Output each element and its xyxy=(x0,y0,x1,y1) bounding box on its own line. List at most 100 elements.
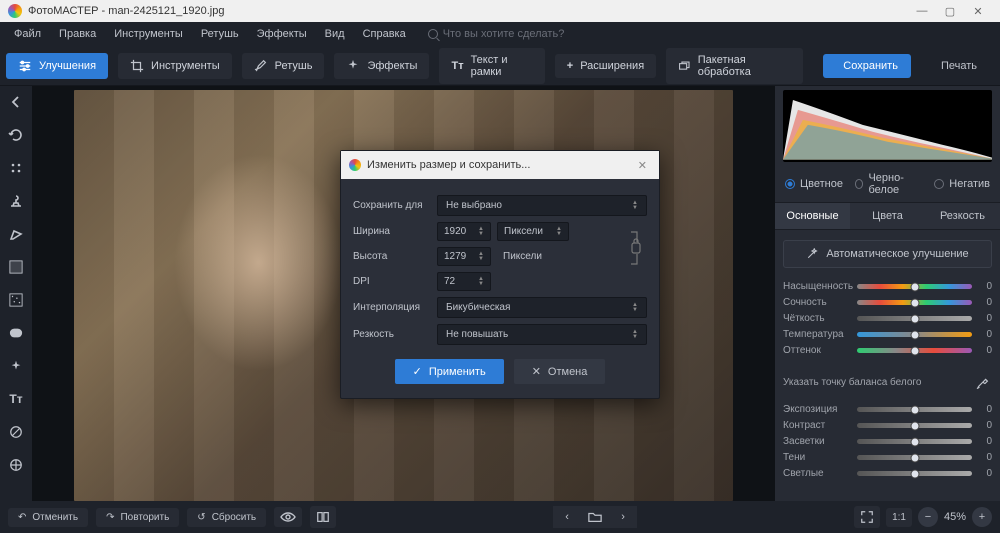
slider-label: Насыщенность xyxy=(783,281,851,292)
slider-thumb[interactable] xyxy=(910,453,919,462)
menu-file[interactable]: Файл xyxy=(6,25,49,43)
tab-enhance[interactable]: Улучшения xyxy=(6,53,108,79)
menu-effects[interactable]: Эффекты xyxy=(249,25,315,43)
slider-track[interactable] xyxy=(857,284,972,289)
curves-icon[interactable] xyxy=(6,422,26,442)
noise-icon[interactable] xyxy=(6,290,26,310)
save-button[interactable]: Сохранить xyxy=(823,54,911,78)
open-folder-button[interactable] xyxy=(581,506,609,528)
slider-track[interactable] xyxy=(857,348,972,353)
slider-track[interactable] xyxy=(857,300,972,305)
dialog-close-button[interactable]: ✕ xyxy=(634,159,651,172)
stamp-icon[interactable] xyxy=(6,191,26,211)
slider-thumb[interactable] xyxy=(910,330,919,339)
slider-thumb[interactable] xyxy=(910,405,919,414)
apply-button[interactable]: ✓Применить xyxy=(395,359,504,384)
tab-text[interactable]: Tᴛ Текст и рамки xyxy=(439,48,544,84)
slider-row: Оттенок 0 xyxy=(783,345,992,356)
slider-thumb[interactable] xyxy=(910,314,919,323)
command-search[interactable]: Что вы хотите сделать? xyxy=(428,28,565,40)
tab-extensions[interactable]: + Расширения xyxy=(555,54,656,78)
label-sharp: Резкость xyxy=(353,329,431,340)
slider-thumb[interactable] xyxy=(910,421,919,430)
slider-thumb[interactable] xyxy=(910,346,919,355)
dialog-titlebar[interactable]: Изменить размер и сохранить... ✕ xyxy=(341,151,659,179)
star-tool-icon[interactable] xyxy=(6,356,26,376)
fit-button[interactable] xyxy=(854,506,880,528)
input-width[interactable]: 1920▲▼ xyxy=(437,222,491,241)
slider-thumb[interactable] xyxy=(910,437,919,446)
menu-help[interactable]: Справка xyxy=(355,25,414,43)
prev-image-button[interactable]: ‹ xyxy=(553,506,581,528)
auto-enhance-button[interactable]: Автоматическое улучшение xyxy=(783,240,992,268)
cancel-button[interactable]: ✕Отмена xyxy=(514,359,606,384)
target-icon[interactable] xyxy=(6,455,26,475)
label-height-unit: Пиксели xyxy=(497,248,569,265)
slider-track[interactable] xyxy=(857,407,972,412)
eye-icon xyxy=(280,511,296,523)
tab-tools[interactable]: Инструменты xyxy=(118,53,232,79)
slider-track[interactable] xyxy=(857,423,972,428)
menu-tools[interactable]: Инструменты xyxy=(106,25,191,43)
slider-track[interactable] xyxy=(857,471,972,476)
histogram[interactable] xyxy=(783,90,992,162)
paint-icon[interactable] xyxy=(6,224,26,244)
slider-value: 0 xyxy=(978,452,992,463)
adjust-subtabs: Основные Цвета Резкость xyxy=(775,202,1000,230)
dialog-logo-icon xyxy=(349,159,361,171)
slider-track[interactable] xyxy=(857,316,972,321)
tab-effects[interactable]: Эффекты xyxy=(334,53,429,79)
menu-retouch[interactable]: Ретушь xyxy=(193,25,247,43)
eyedropper-button[interactable] xyxy=(974,373,992,391)
text-tool-icon[interactable]: Tᴛ xyxy=(6,389,26,409)
menu-view[interactable]: Вид xyxy=(317,25,353,43)
heal-icon[interactable] xyxy=(6,158,26,178)
maximize-button[interactable]: ▢ xyxy=(936,0,964,22)
subtab-colors[interactable]: Цвета xyxy=(850,203,925,229)
menu-edit[interactable]: Правка xyxy=(51,25,104,43)
slider-row: Температура 0 xyxy=(783,329,992,340)
rotate-icon[interactable] xyxy=(6,125,26,145)
slider-thumb[interactable] xyxy=(910,469,919,478)
input-dpi[interactable]: 72▲▼ xyxy=(437,272,491,291)
lock-aspect-button[interactable] xyxy=(625,226,647,270)
slider-track[interactable] xyxy=(857,439,972,444)
select-sharp[interactable]: Не повышать▲▼ xyxy=(437,324,647,345)
select-savefor[interactable]: Не выбрано▲▼ xyxy=(437,195,647,216)
slider-row: Тени 0 xyxy=(783,452,992,463)
print-button[interactable]: Печать xyxy=(921,54,990,78)
slider-thumb[interactable] xyxy=(910,298,919,307)
reset-button[interactable]: ↺Сбросить xyxy=(187,508,266,527)
minimize-button[interactable]: — xyxy=(908,0,936,22)
zoom-out-button[interactable]: − xyxy=(918,507,938,527)
subtab-basic[interactable]: Основные xyxy=(775,203,850,229)
radio-neg[interactable]: Негатив xyxy=(934,178,990,190)
radio-color[interactable]: Цветное xyxy=(785,178,843,190)
zoom-value: 45% xyxy=(944,511,966,523)
tab-batch[interactable]: Пакетная обработка xyxy=(666,48,803,84)
gradient-icon[interactable] xyxy=(6,257,26,277)
slider-row: Засветки 0 xyxy=(783,436,992,447)
next-image-button[interactable]: › xyxy=(609,506,637,528)
ratio-button[interactable]: 1:1 xyxy=(886,508,912,527)
slider-track[interactable] xyxy=(857,332,972,337)
slider-thumb[interactable] xyxy=(910,282,919,291)
subtab-sharp[interactable]: Резкость xyxy=(925,203,1000,229)
input-height[interactable]: 1279▲▼ xyxy=(437,247,491,266)
slider-track[interactable] xyxy=(857,455,972,460)
select-interp[interactable]: Бикубическая▲▼ xyxy=(437,297,647,318)
slider-row: Контраст 0 xyxy=(783,420,992,431)
close-button[interactable]: ✕ xyxy=(964,0,992,22)
zoom-controls: 1:1 − 45% + xyxy=(854,506,992,528)
zoom-in-button[interactable]: + xyxy=(972,507,992,527)
redo-button[interactable]: ↷Повторить xyxy=(96,508,179,527)
compare-button[interactable] xyxy=(310,506,336,528)
eye-button[interactable] xyxy=(274,507,302,527)
vignette-icon[interactable] xyxy=(6,323,26,343)
tab-retouch[interactable]: Ретушь xyxy=(242,53,325,79)
undo-button[interactable]: ↶Отменить xyxy=(8,508,88,527)
select-width-unit[interactable]: Пиксели▲▼ xyxy=(497,222,569,241)
radio-bw[interactable]: Черно-белое xyxy=(855,172,922,196)
slider-value: 0 xyxy=(978,281,992,292)
back-arrow-icon[interactable] xyxy=(6,92,26,112)
